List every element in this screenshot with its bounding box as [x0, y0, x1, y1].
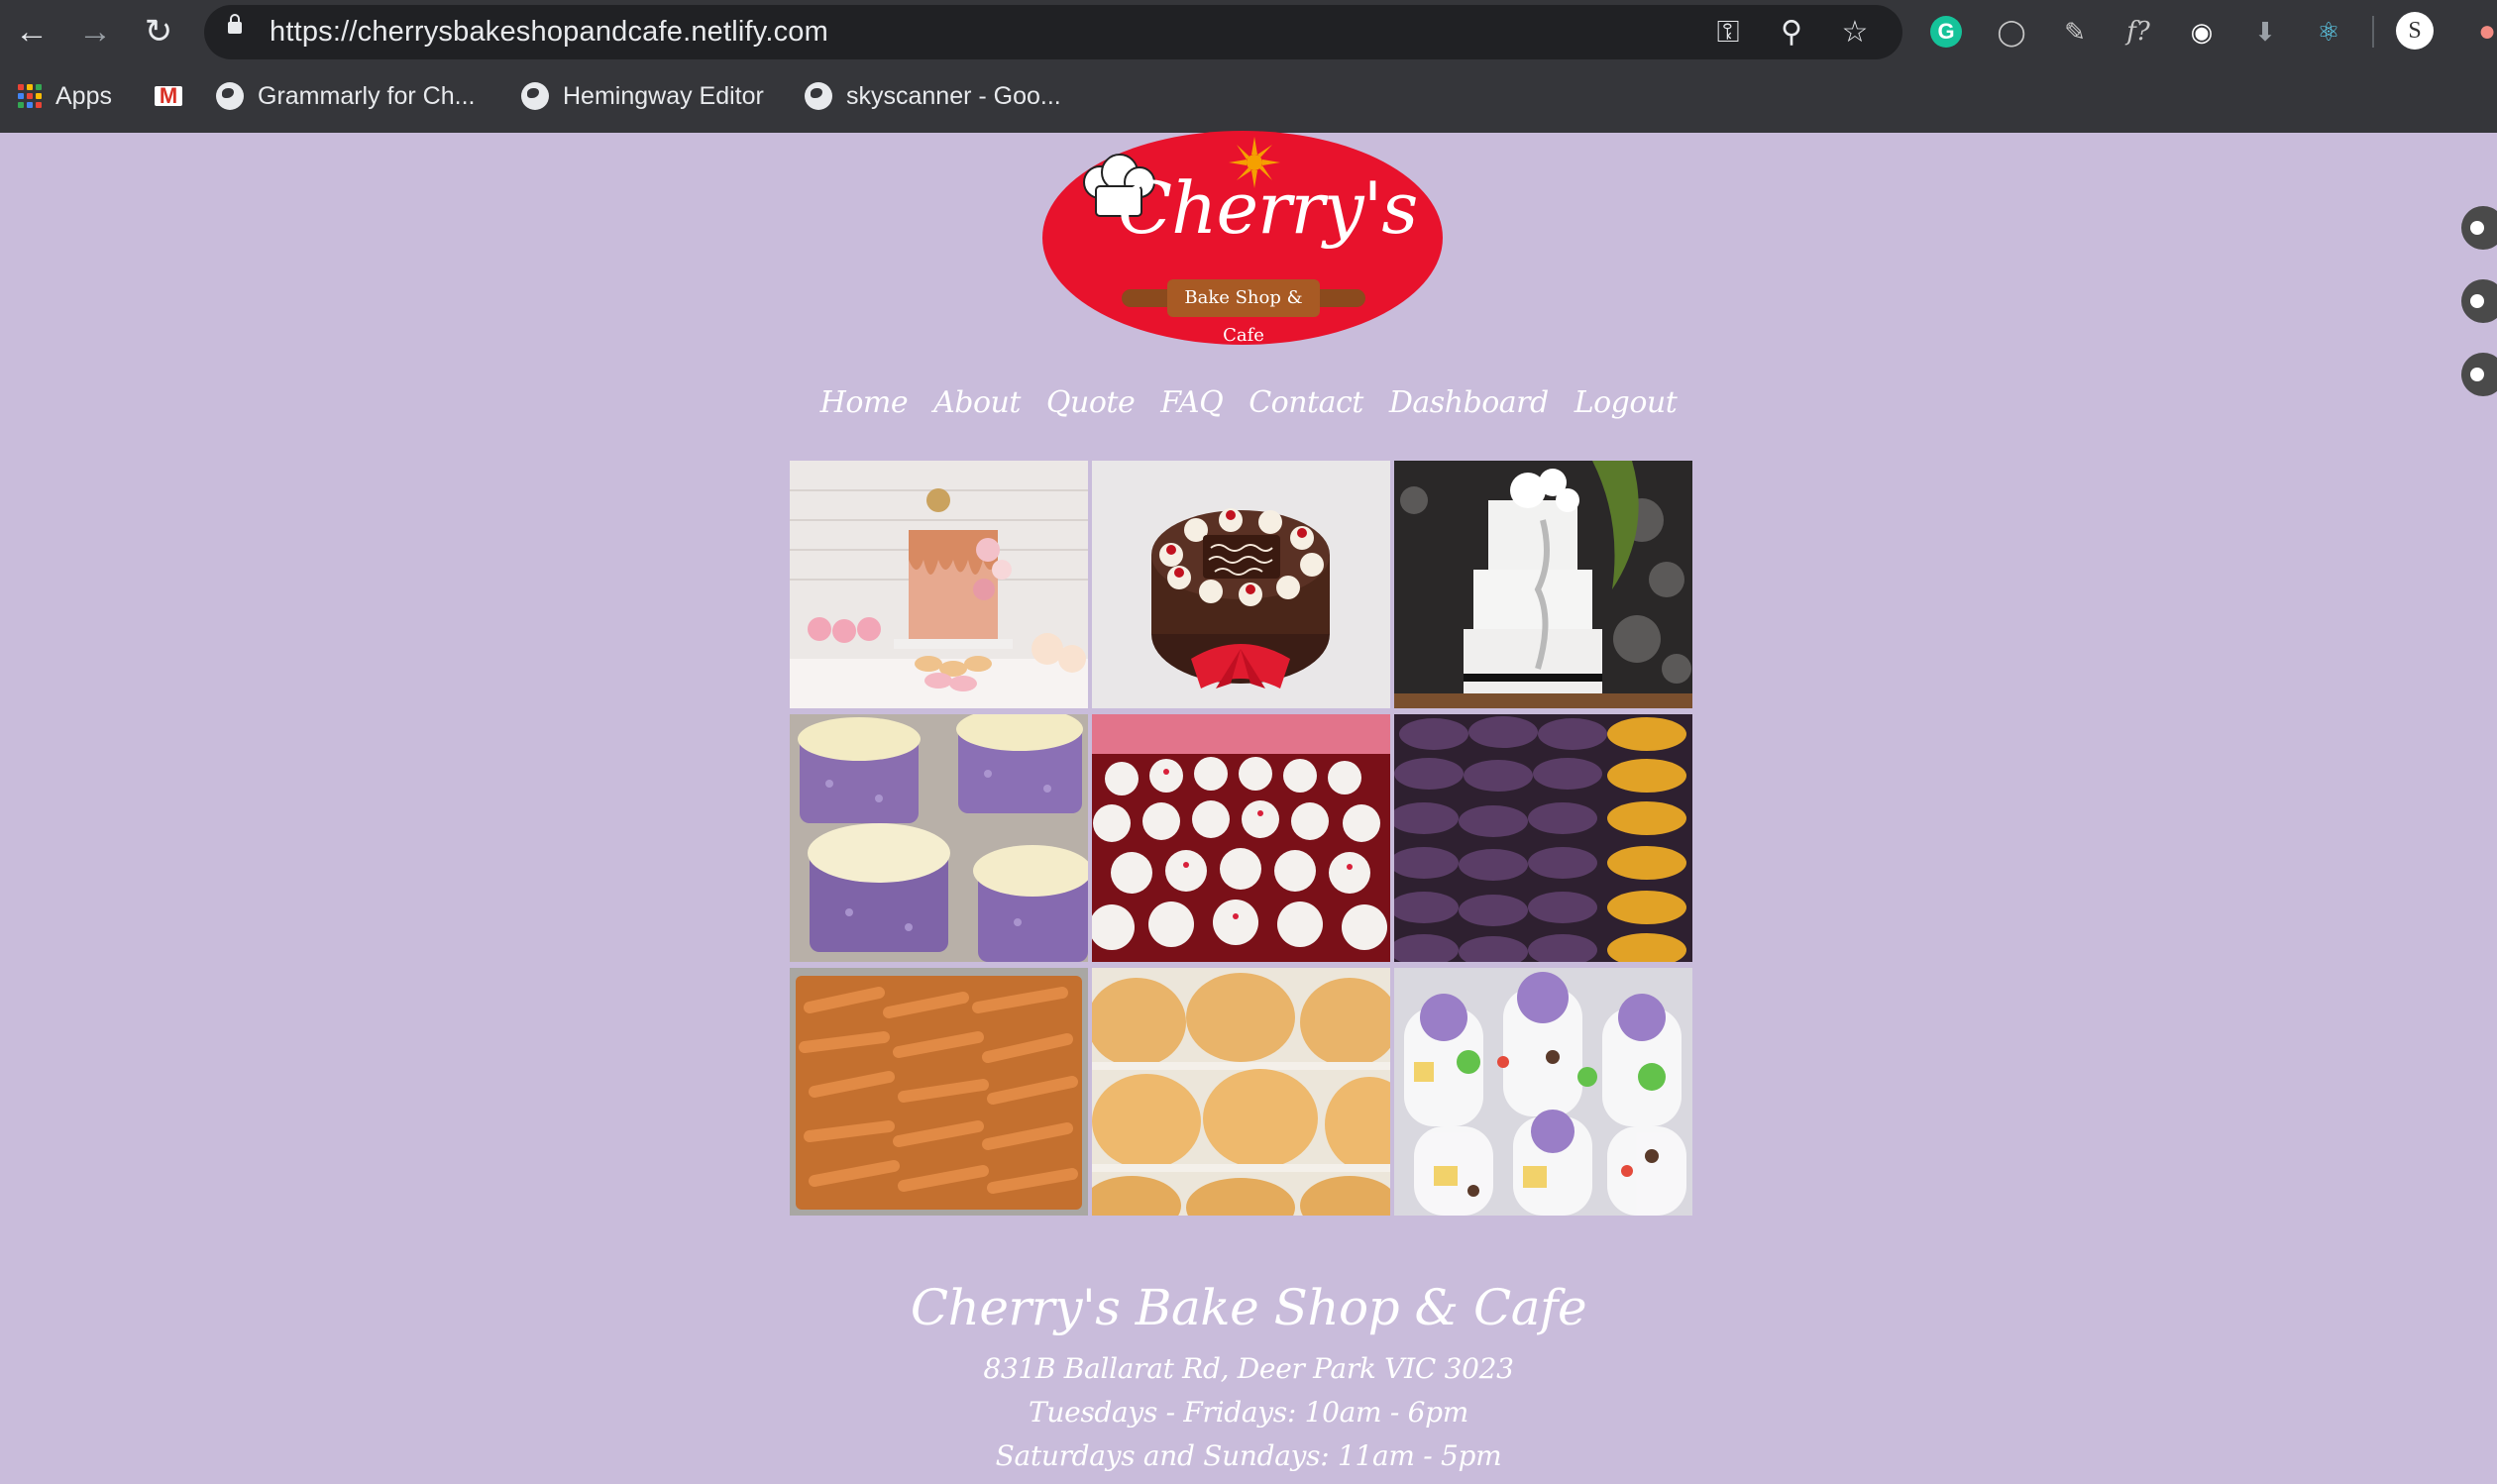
- globe-icon: [521, 82, 549, 110]
- url-text[interactable]: https://cherrysbakeshopandcafe.netlify.c…: [270, 5, 828, 59]
- nav-quote[interactable]: Quote: [1046, 376, 1136, 430]
- site-logo[interactable]: Cherry's Bake Shop & Cafe: [1042, 131, 1445, 347]
- gallery-photo-birthday-cake[interactable]: [1092, 461, 1390, 708]
- menu-dot-icon[interactable]: ●: [2469, 14, 2497, 50]
- gallery-photo-cupcakes[interactable]: [1092, 714, 1390, 962]
- gallery-photo-halo-halo[interactable]: [1394, 968, 1692, 1216]
- photo-gallery: [790, 461, 1693, 1216]
- globe-icon: [805, 82, 832, 110]
- gallery-photo-wedding-cake[interactable]: [1394, 461, 1692, 708]
- globe-icon: [216, 82, 244, 110]
- footer-hours-weekend: Saturdays and Sundays: 11am - 5pm: [995, 1439, 1502, 1472]
- pocket-extension-icon[interactable]: ◯: [1994, 14, 2029, 50]
- side-tab-clock-icon[interactable]: [2461, 206, 2497, 250]
- footer-hours-weekdays: Tuesdays - Fridays: 10am - 6pm: [1028, 1396, 1469, 1429]
- lock-icon: [228, 14, 242, 34]
- pen-extension-icon[interactable]: ✎: [2057, 14, 2093, 50]
- browser-chrome: ← → ↻ https://cherrysbakeshopandcafe.net…: [0, 0, 2497, 133]
- apps-grid-icon: [18, 84, 42, 108]
- gallery-photo-spring-rolls[interactable]: [790, 968, 1088, 1216]
- gallery-photo-bread-buns[interactable]: [1092, 968, 1390, 1216]
- bookmark-star-icon[interactable]: ☆: [1839, 17, 1871, 49]
- back-arrow-icon[interactable]: ←: [10, 10, 54, 53]
- nav-about[interactable]: About: [933, 376, 1021, 430]
- nav-logout[interactable]: Logout: [1574, 376, 1678, 430]
- bookmark-label: Grammarly for Ch...: [258, 81, 476, 110]
- key-icon[interactable]: ⚿: [1712, 17, 1744, 49]
- grammarly-extension-icon[interactable]: G: [1930, 16, 1962, 48]
- bookmarks-bar: Apps Grammarly for Ch... Hemingway Edito…: [0, 71, 2497, 121]
- gmail-icon: [155, 83, 182, 109]
- gallery-photo-sprinkle-cakes[interactable]: [790, 714, 1088, 962]
- side-tab-grid-icon[interactable]: [2461, 353, 2497, 396]
- logo-name: Cherry's: [1118, 166, 1418, 250]
- address-bar[interactable]: https://cherrysbakeshopandcafe.netlify.c…: [204, 5, 1902, 59]
- nav-home[interactable]: Home: [820, 376, 909, 430]
- font-extension-icon[interactable]: f?: [2120, 14, 2156, 50]
- main-nav: Home About Quote FAQ Contact Dashboard L…: [0, 376, 2497, 430]
- reload-icon[interactable]: ↻: [137, 10, 180, 53]
- site-footer: Cherry's Bake Shop & Cafe 831B Ballarat …: [0, 1268, 2497, 1478]
- bookmark-label: Apps: [55, 81, 112, 110]
- footer-title: Cherry's Bake Shop & Cafe: [910, 1279, 1587, 1336]
- bookmark-label: skyscanner - Goo...: [846, 81, 1061, 110]
- react-devtools-icon[interactable]: ⚛: [2311, 14, 2346, 50]
- bookmark-grammarly[interactable]: Grammarly for Ch...: [216, 71, 475, 121]
- download-extension-icon[interactable]: ⬇: [2247, 14, 2283, 50]
- forward-arrow-icon[interactable]: →: [73, 10, 117, 53]
- toolbar-divider: [2372, 16, 2374, 48]
- bookmark-apps[interactable]: Apps: [18, 71, 112, 121]
- json-extension-icon[interactable]: ◉: [2184, 14, 2220, 50]
- gallery-photo-drip-cake[interactable]: [790, 461, 1088, 708]
- bookmark-gmail[interactable]: [155, 71, 196, 121]
- logo-tagline: Bake Shop & Cafe: [1167, 279, 1320, 346]
- bookmark-label: Hemingway Editor: [563, 81, 764, 110]
- browser-toolbar: ← → ↻ https://cherrysbakeshopandcafe.net…: [0, 0, 2497, 63]
- nav-contact[interactable]: Contact: [1248, 376, 1363, 430]
- nav-dashboard[interactable]: Dashboard: [1389, 376, 1549, 430]
- profile-avatar[interactable]: S: [2396, 12, 2434, 50]
- footer-address: 831B Ballarat Rd, Deer Park VIC 3023: [983, 1352, 1514, 1385]
- zoom-icon[interactable]: ⚲: [1776, 17, 1807, 49]
- nav-faq[interactable]: FAQ: [1160, 376, 1223, 430]
- gallery-photo-macarons[interactable]: [1394, 714, 1692, 962]
- bookmark-hemingway[interactable]: Hemingway Editor: [521, 71, 764, 121]
- bookmark-skyscanner[interactable]: skyscanner - Goo...: [805, 71, 1061, 121]
- side-tab-eye-icon[interactable]: [2461, 279, 2497, 323]
